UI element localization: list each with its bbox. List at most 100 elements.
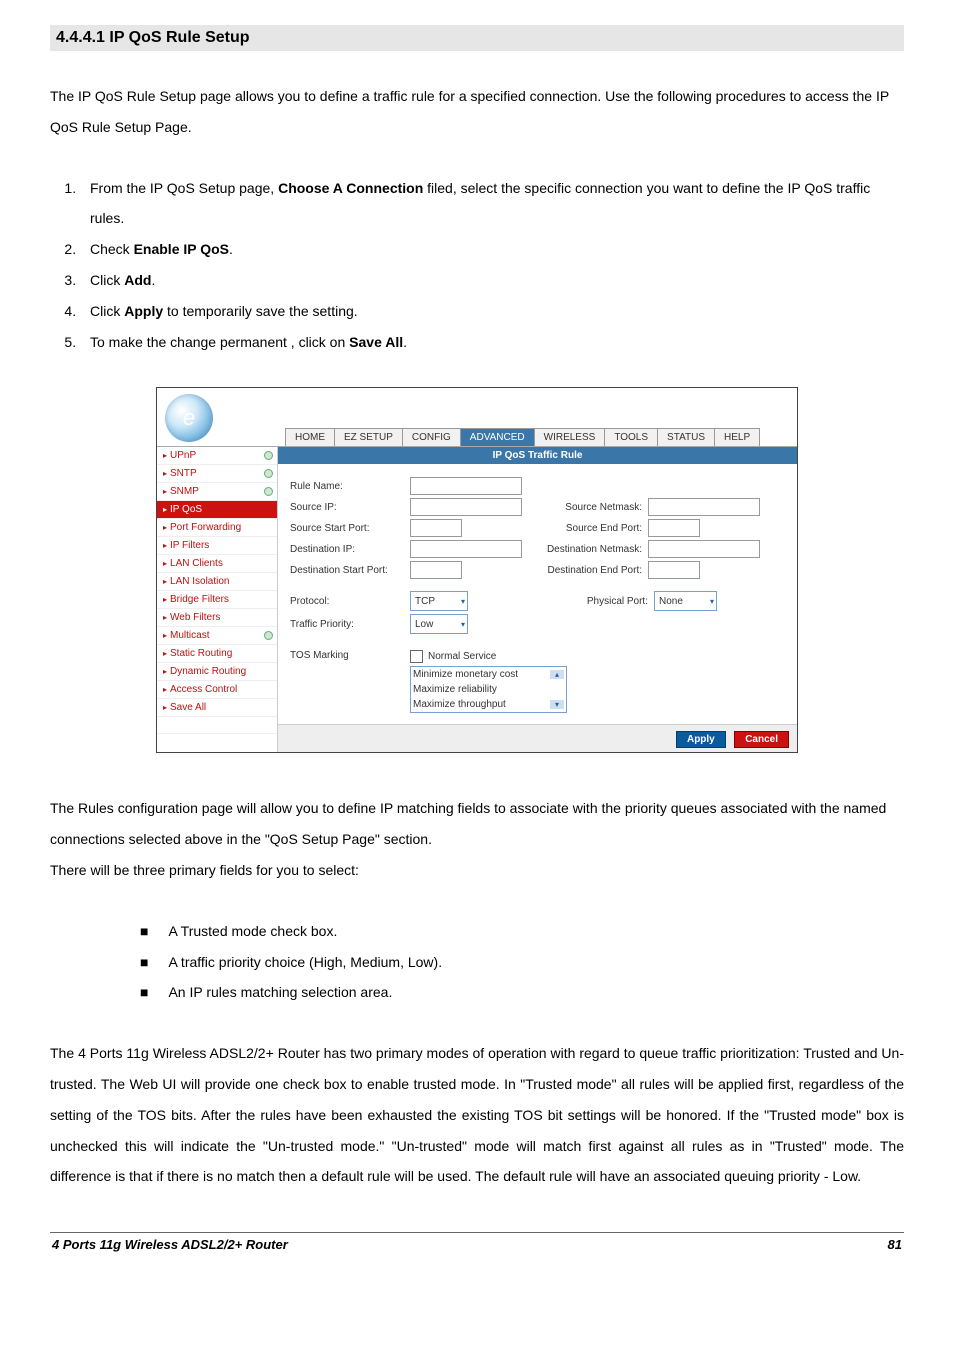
step-1-bold: Choose A Connection	[278, 180, 423, 196]
input-dest-end-port[interactable]	[648, 561, 700, 579]
tab-wireless[interactable]: WIRELESS	[535, 429, 606, 446]
chevron-down-icon: ▾	[710, 597, 714, 606]
panel-title: IP QoS Traffic Rule	[278, 447, 797, 464]
label-source-start-port: Source Start Port:	[290, 523, 410, 534]
sidebar-item-static-routing[interactable]: ▸Static Routing	[157, 645, 277, 663]
sidebar-label: IP Filters	[170, 540, 209, 551]
sidebar-label: Dynamic Routing	[170, 666, 246, 677]
label-source-ip: Source IP:	[290, 502, 410, 513]
tos-option[interactable]: Minimize monetary cost	[413, 669, 518, 680]
select-protocol[interactable]: TCP▾	[410, 591, 468, 611]
select-physical-port[interactable]: None ▾	[654, 591, 717, 611]
apply-button[interactable]: Apply	[676, 731, 726, 748]
steps-list: From the IP QoS Setup page, Choose A Con…	[50, 173, 904, 358]
label-physical-port: Physical Port:	[528, 596, 654, 607]
label-rule-name: Rule Name:	[290, 481, 410, 492]
status-dot-icon	[264, 451, 273, 460]
input-dest-ip[interactable]	[410, 540, 522, 558]
tab-ez-setup[interactable]: EZ SETUP	[335, 429, 403, 446]
sidebar-label: SNMP	[170, 486, 199, 497]
scroll-up-icon[interactable]: ▴	[550, 670, 564, 679]
step-2-text-c: .	[229, 241, 233, 257]
status-dot-icon	[264, 631, 273, 640]
scroll-down-icon[interactable]: ▾	[550, 700, 564, 709]
cancel-button[interactable]: Cancel	[734, 731, 789, 748]
sidebar-item-upnp[interactable]: ▸UPnP	[157, 447, 277, 465]
chevron-down-icon: ▾	[461, 620, 465, 629]
chevron-down-icon: ▾	[461, 597, 465, 606]
sidebar: ▸UPnP ▸SNTP ▸SNMP ▸IP QoS ▸Port Forwardi…	[157, 447, 278, 752]
input-rule-name[interactable]	[410, 477, 522, 495]
sidebar-label: UPnP	[170, 450, 196, 461]
status-dot-icon	[264, 487, 273, 496]
tab-home[interactable]: HOME	[286, 429, 335, 446]
footer-divider	[50, 1232, 904, 1233]
sidebar-item-web-filters[interactable]: ▸Web Filters	[157, 609, 277, 627]
long-paragraph: The 4 Ports 11g Wireless ADSL2/2+ Router…	[50, 1038, 904, 1192]
step-1: From the IP QoS Setup page, Choose A Con…	[80, 173, 904, 235]
tos-option[interactable]: Maximize reliability	[413, 684, 497, 695]
tos-option[interactable]: Maximize throughput	[413, 699, 506, 710]
sidebar-item-ip-filters[interactable]: ▸IP Filters	[157, 537, 277, 555]
label-normal-service: Normal Service	[428, 652, 496, 663]
step-3-bold: Add	[124, 272, 151, 288]
status-dot-icon	[264, 469, 273, 478]
sidebar-item-access-control[interactable]: ▸Access Control	[157, 681, 277, 699]
sidebar-item-bridge-filters[interactable]: ▸Bridge Filters	[157, 591, 277, 609]
sidebar-item-port-forwarding[interactable]: ▸Port Forwarding	[157, 519, 277, 537]
tab-status[interactable]: STATUS	[658, 429, 715, 446]
step-5-text-c: .	[403, 334, 407, 350]
input-source-start-port[interactable]	[410, 519, 462, 537]
sidebar-label: Save All	[170, 702, 206, 713]
sidebar-label: SNTP	[170, 468, 197, 479]
intro-paragraph: The IP QoS Rule Setup page allows you to…	[50, 81, 904, 143]
sidebar-label: Web Filters	[170, 612, 220, 623]
label-source-end-port: Source End Port:	[522, 523, 648, 534]
label-protocol: Protocol:	[290, 596, 410, 607]
step-5-bold: Save All	[349, 334, 403, 350]
label-dest-start-port: Destination Start Port:	[290, 565, 410, 576]
label-dest-ip: Destination IP:	[290, 544, 410, 555]
input-dest-netmask[interactable]	[648, 540, 760, 558]
tab-tools[interactable]: TOOLS	[605, 429, 658, 446]
step-3-text-a: Click	[90, 272, 124, 288]
sidebar-item-lan-isolation[interactable]: ▸LAN Isolation	[157, 573, 277, 591]
sidebar-label: Static Routing	[170, 648, 232, 659]
bullet-item: A Trusted mode check box.	[140, 916, 904, 947]
step-4-text-c: to temporarily save the setting.	[163, 303, 358, 319]
input-source-ip[interactable]	[410, 498, 522, 516]
input-source-end-port[interactable]	[648, 519, 700, 537]
sidebar-item-ip-qos[interactable]: ▸IP QoS	[157, 501, 277, 519]
top-tabbar: HOME EZ SETUP CONFIG ADVANCED WIRELESS T…	[285, 428, 760, 446]
step-5-text-a: To make the change permanent , click on	[90, 334, 349, 350]
sidebar-item-dynamic-routing[interactable]: ▸Dynamic Routing	[157, 663, 277, 681]
sidebar-item-snmp[interactable]: ▸SNMP	[157, 483, 277, 501]
sidebar-label: LAN Clients	[170, 558, 223, 569]
tab-config[interactable]: CONFIG	[403, 429, 461, 446]
after-paragraph-1: The Rules configuration page will allow …	[50, 793, 904, 855]
section-heading: 4.4.4.1 IP QoS Rule Setup	[50, 25, 904, 51]
sidebar-label: Multicast	[170, 630, 209, 641]
input-dest-start-port[interactable]	[410, 561, 462, 579]
sidebar-item-save-all[interactable]: ▸Save All	[157, 699, 277, 717]
label-traffic-priority: Traffic Priority:	[290, 619, 410, 630]
select-traffic-priority[interactable]: Low▾	[410, 614, 468, 634]
tab-advanced[interactable]: ADVANCED	[461, 429, 535, 446]
step-3: Click Add.	[80, 265, 904, 296]
sidebar-item-lan-clients[interactable]: ▸LAN Clients	[157, 555, 277, 573]
checkbox-normal-service[interactable]	[410, 650, 423, 663]
sidebar-label: Access Control	[170, 684, 237, 695]
sidebar-item-sntp[interactable]: ▸SNTP	[157, 465, 277, 483]
sidebar-label: IP QoS	[170, 504, 202, 515]
tos-listbox[interactable]: Minimize monetary cost ▴ Maximize reliabi…	[410, 666, 567, 713]
tab-help[interactable]: HELP	[715, 429, 759, 446]
bullet-list: A Trusted mode check box. A traffic prio…	[50, 916, 904, 1008]
select-physical-port-value: None	[659, 596, 683, 607]
step-5: To make the change permanent , click on …	[80, 327, 904, 358]
sidebar-label: LAN Isolation	[170, 576, 229, 587]
sidebar-item-multicast[interactable]: ▸Multicast	[157, 627, 277, 645]
input-source-netmask[interactable]	[648, 498, 760, 516]
label-dest-end-port: Destination End Port:	[522, 565, 648, 576]
bullet-item: An IP rules matching selection area.	[140, 977, 904, 1008]
step-1-text-a: From the IP QoS Setup page,	[90, 180, 278, 196]
